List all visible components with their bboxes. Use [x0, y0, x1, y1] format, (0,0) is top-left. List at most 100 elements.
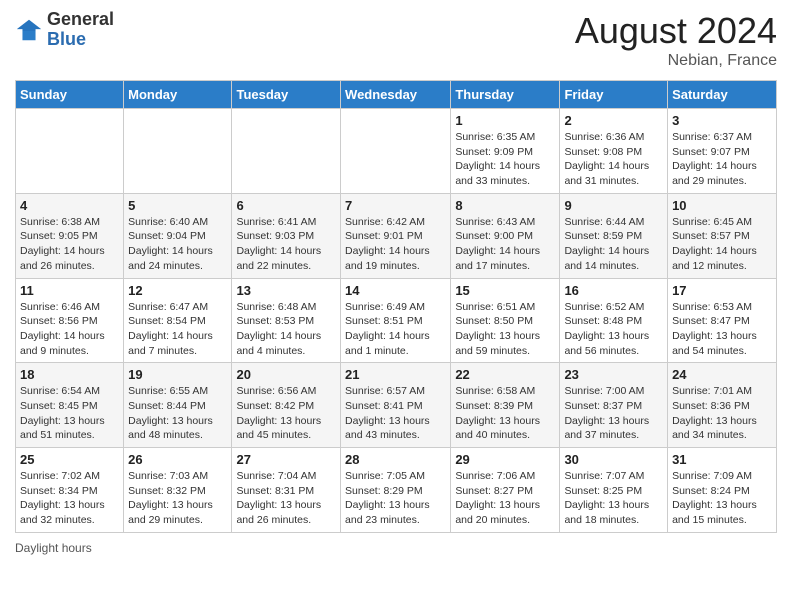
day-info: Sunrise: 6:49 AMSunset: 8:51 PMDaylight:… — [345, 300, 446, 359]
location: Nebian, France — [575, 52, 777, 70]
day-number: 21 — [345, 367, 446, 382]
calendar-cell: 7 Sunrise: 6:42 AMSunset: 9:01 PMDaylight… — [341, 193, 451, 278]
day-info: Sunrise: 6:56 AMSunset: 8:42 PMDaylight:… — [236, 384, 336, 443]
calendar-cell: 20 Sunrise: 6:56 AMSunset: 8:42 PMDayligh… — [232, 363, 341, 448]
day-info: Sunrise: 7:01 AMSunset: 8:36 PMDaylight:… — [672, 384, 772, 443]
day-info: Sunrise: 6:44 AMSunset: 8:59 PMDaylight:… — [564, 215, 663, 274]
day-header: Monday — [124, 81, 232, 109]
day-info: Sunrise: 6:57 AMSunset: 8:41 PMDaylight:… — [345, 384, 446, 443]
day-info: Sunrise: 6:42 AMSunset: 9:01 PMDaylight:… — [345, 215, 446, 274]
calendar-cell: 5 Sunrise: 6:40 AMSunset: 9:04 PMDaylight… — [124, 193, 232, 278]
month-title: August 2024 — [575, 10, 777, 52]
title-block: August 2024 Nebian, France — [575, 10, 777, 70]
day-header: Sunday — [16, 81, 124, 109]
calendar-header: SundayMondayTuesdayWednesdayThursdayFrid… — [16, 81, 777, 109]
calendar-cell: 4 Sunrise: 6:38 AMSunset: 9:05 PMDaylight… — [16, 193, 124, 278]
day-number: 12 — [128, 283, 227, 298]
day-info: Sunrise: 6:35 AMSunset: 9:09 PMDaylight:… — [455, 130, 555, 189]
day-number: 26 — [128, 452, 227, 467]
calendar-cell: 8 Sunrise: 6:43 AMSunset: 9:00 PMDaylight… — [451, 193, 560, 278]
day-info: Sunrise: 6:43 AMSunset: 9:00 PMDaylight:… — [455, 215, 555, 274]
calendar-cell: 15Sunrise: 6:51 AMSunset: 8:50 PMDayligh… — [451, 278, 560, 363]
day-number: 6 — [236, 198, 336, 213]
calendar-cell: 28Sunrise: 7:05 AMSunset: 8:29 PMDayligh… — [341, 448, 451, 533]
logo-general: General — [47, 9, 114, 29]
calendar-cell: 19 Sunrise: 6:55 AMSunset: 8:44 PMDayligh… — [124, 363, 232, 448]
day-info: Sunrise: 6:47 AMSunset: 8:54 PMDaylight:… — [128, 300, 227, 359]
day-header: Thursday — [451, 81, 560, 109]
day-number: 25 — [20, 452, 119, 467]
day-info: Sunrise: 6:52 AMSunset: 8:48 PMDaylight:… — [564, 300, 663, 359]
logo-icon — [15, 16, 43, 44]
calendar-week: 11Sunrise: 6:46 AMSunset: 8:56 PMDayligh… — [16, 278, 777, 363]
day-header: Tuesday — [232, 81, 341, 109]
calendar-cell: 22 Sunrise: 6:58 AMSunset: 8:39 PMDayligh… — [451, 363, 560, 448]
day-header: Wednesday — [341, 81, 451, 109]
day-header: Saturday — [668, 81, 777, 109]
calendar-cell: 27Sunrise: 7:04 AMSunset: 8:31 PMDayligh… — [232, 448, 341, 533]
day-number: 4 — [20, 198, 119, 213]
day-number: 8 — [455, 198, 555, 213]
calendar-cell: 3Sunrise: 6:37 AMSunset: 9:07 PMDaylight… — [668, 109, 777, 194]
calendar-cell: 24 Sunrise: 7:01 AMSunset: 8:36 PMDayligh… — [668, 363, 777, 448]
calendar-cell: 18 Sunrise: 6:54 AMSunset: 8:45 PMDayligh… — [16, 363, 124, 448]
calendar-cell: 11Sunrise: 6:46 AMSunset: 8:56 PMDayligh… — [16, 278, 124, 363]
calendar-cell: 1 Sunrise: 6:35 AMSunset: 9:09 PMDaylight… — [451, 109, 560, 194]
day-number: 10 — [672, 198, 772, 213]
day-number: 9 — [564, 198, 663, 213]
calendar-cell: 13 Sunrise: 6:48 AMSunset: 8:53 PMDayligh… — [232, 278, 341, 363]
day-info: Sunrise: 7:07 AMSunset: 8:25 PMDaylight:… — [564, 469, 663, 528]
calendar-cell: 30 Sunrise: 7:07 AMSunset: 8:25 PMDayligh… — [560, 448, 668, 533]
calendar-cell: 26Sunrise: 7:03 AMSunset: 8:32 PMDayligh… — [124, 448, 232, 533]
day-number: 20 — [236, 367, 336, 382]
day-number: 31 — [672, 452, 772, 467]
calendar-cell — [341, 109, 451, 194]
daylight-label: Daylight hours — [15, 541, 92, 555]
calendar-cell: 9 Sunrise: 6:44 AMSunset: 8:59 PMDaylight… — [560, 193, 668, 278]
calendar-cell: 31 Sunrise: 7:09 AMSunset: 8:24 PMDayligh… — [668, 448, 777, 533]
day-number: 1 — [455, 113, 555, 128]
day-number: 5 — [128, 198, 227, 213]
day-number: 13 — [236, 283, 336, 298]
day-info: Sunrise: 7:04 AMSunset: 8:31 PMDaylight:… — [236, 469, 336, 528]
calendar: SundayMondayTuesdayWednesdayThursdayFrid… — [15, 80, 777, 533]
day-number: 7 — [345, 198, 446, 213]
calendar-cell: 17Sunrise: 6:53 AMSunset: 8:47 PMDayligh… — [668, 278, 777, 363]
calendar-cell: 21 Sunrise: 6:57 AMSunset: 8:41 PMDayligh… — [341, 363, 451, 448]
day-info: Sunrise: 6:40 AMSunset: 9:04 PMDaylight:… — [128, 215, 227, 274]
calendar-week: 18 Sunrise: 6:54 AMSunset: 8:45 PMDayligh… — [16, 363, 777, 448]
day-number: 15 — [455, 283, 555, 298]
day-info: Sunrise: 7:02 AMSunset: 8:34 PMDaylight:… — [20, 469, 119, 528]
day-info: Sunrise: 7:09 AMSunset: 8:24 PMDaylight:… — [672, 469, 772, 528]
day-number: 29 — [455, 452, 555, 467]
calendar-cell: 6 Sunrise: 6:41 AMSunset: 9:03 PMDaylight… — [232, 193, 341, 278]
day-number: 22 — [455, 367, 555, 382]
day-info: Sunrise: 6:37 AMSunset: 9:07 PMDaylight:… — [672, 130, 772, 189]
calendar-cell — [232, 109, 341, 194]
day-info: Sunrise: 6:41 AMSunset: 9:03 PMDaylight:… — [236, 215, 336, 274]
logo: General Blue — [15, 10, 114, 50]
day-info: Sunrise: 7:05 AMSunset: 8:29 PMDaylight:… — [345, 469, 446, 528]
day-number: 19 — [128, 367, 227, 382]
day-info: Sunrise: 6:54 AMSunset: 8:45 PMDaylight:… — [20, 384, 119, 443]
logo-text: General Blue — [47, 10, 114, 50]
day-info: Sunrise: 6:46 AMSunset: 8:56 PMDaylight:… — [20, 300, 119, 359]
logo-blue: Blue — [47, 29, 86, 49]
day-info: Sunrise: 6:58 AMSunset: 8:39 PMDaylight:… — [455, 384, 555, 443]
day-info: Sunrise: 6:55 AMSunset: 8:44 PMDaylight:… — [128, 384, 227, 443]
day-info: Sunrise: 7:00 AMSunset: 8:37 PMDaylight:… — [564, 384, 663, 443]
header-row: SundayMondayTuesdayWednesdayThursdayFrid… — [16, 81, 777, 109]
day-number: 30 — [564, 452, 663, 467]
calendar-week: 4 Sunrise: 6:38 AMSunset: 9:05 PMDaylight… — [16, 193, 777, 278]
day-info: Sunrise: 6:53 AMSunset: 8:47 PMDaylight:… — [672, 300, 772, 359]
calendar-cell — [124, 109, 232, 194]
day-number: 18 — [20, 367, 119, 382]
day-info: Sunrise: 6:48 AMSunset: 8:53 PMDaylight:… — [236, 300, 336, 359]
calendar-cell: 23Sunrise: 7:00 AMSunset: 8:37 PMDayligh… — [560, 363, 668, 448]
day-number: 16 — [564, 283, 663, 298]
calendar-cell: 10Sunrise: 6:45 AMSunset: 8:57 PMDayligh… — [668, 193, 777, 278]
day-info: Sunrise: 6:38 AMSunset: 9:05 PMDaylight:… — [20, 215, 119, 274]
day-number: 24 — [672, 367, 772, 382]
footer: Daylight hours — [15, 541, 777, 555]
calendar-cell: 2Sunrise: 6:36 AMSunset: 9:08 PMDaylight… — [560, 109, 668, 194]
